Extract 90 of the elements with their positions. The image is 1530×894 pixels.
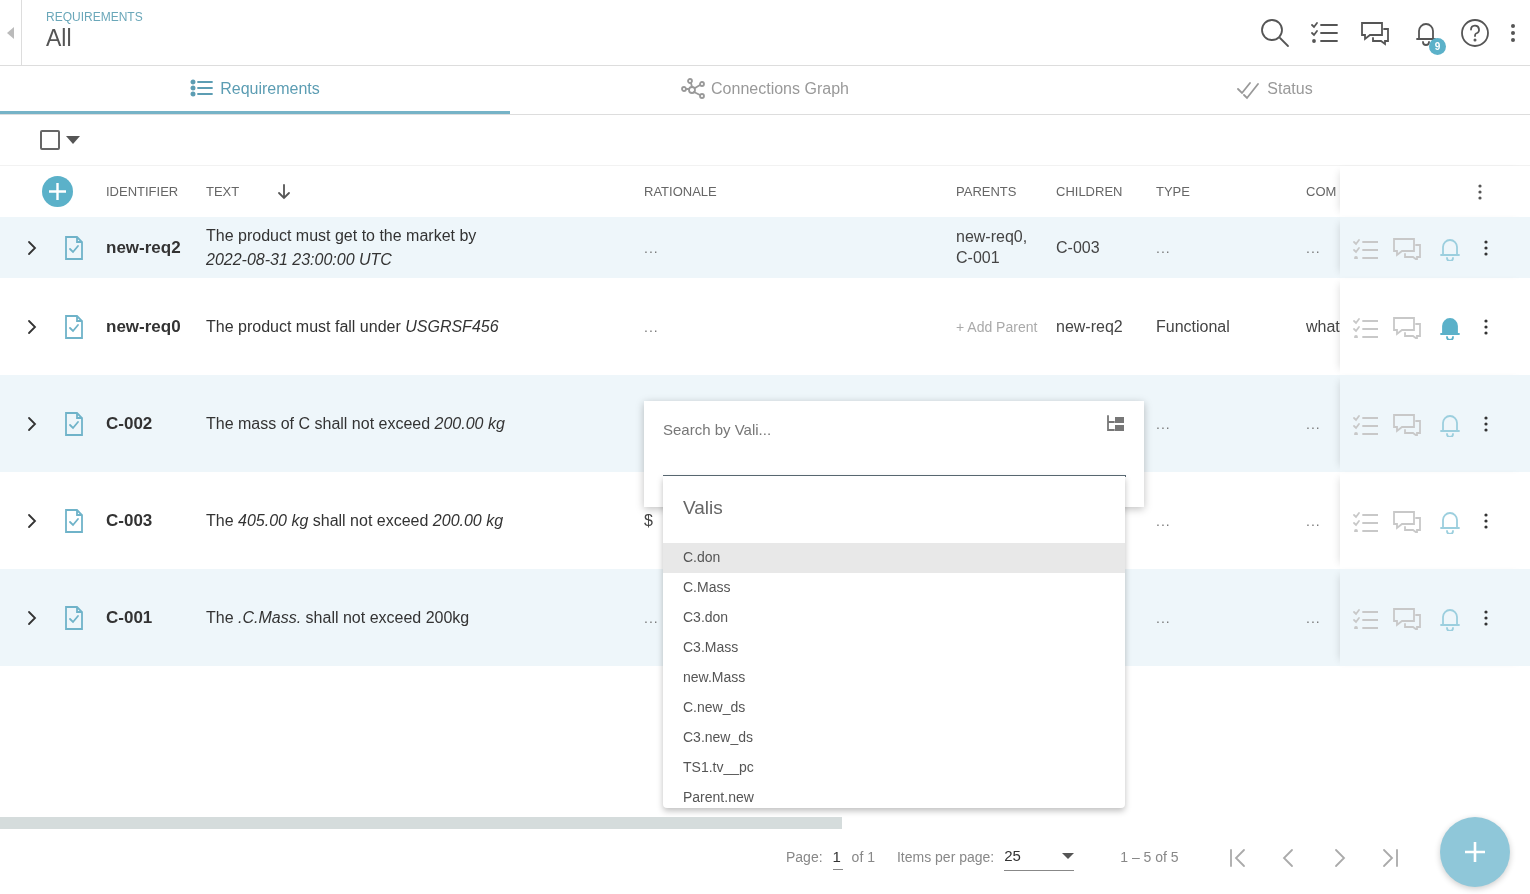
expand-chevron-icon[interactable] [27,609,37,626]
more-icon[interactable] [1510,22,1516,43]
tree-icon[interactable] [1106,415,1126,433]
checklist-icon[interactable] [1352,509,1378,532]
column-menu-icon[interactable] [1478,183,1482,200]
dropdown-option[interactable]: C3.Mass [663,632,1125,663]
comments-icon[interactable] [1360,19,1392,46]
requirement-id[interactable]: new-req2 [106,234,196,261]
search-field[interactable]: Search by Vali... [663,415,1126,475]
row-menu-icon[interactable] [1484,239,1488,256]
page-title: All [46,26,73,52]
column-header[interactable]: TYPE [1156,183,1190,199]
document-check-icon [65,314,83,339]
document-check-icon [65,411,83,436]
graph-icon [681,77,706,100]
items-per-page-label: Items per page: [896,848,995,868]
dropdown-option[interactable]: C.Mass [663,572,1125,603]
add-icon[interactable] [41,176,73,207]
page-label: Page: [786,848,823,868]
dropdown-option[interactable]: TS1.tv__pc [663,752,1125,783]
sort-arrow-icon[interactable] [277,183,292,200]
inline-edit-field[interactable]: ... [644,239,659,256]
range-label: 1 – 5 of 5 [1120,848,1179,868]
column-header[interactable]: COM [1306,183,1337,199]
column-header[interactable]: RATIONALE [644,183,717,199]
document-check-icon [65,605,83,630]
requirement-text: The product must get to the market by 2022-08-31 23:00:00 UTC [206,225,478,270]
type-text: Functional [1156,317,1230,335]
column-header[interactable]: TEXT [206,181,240,202]
inline-edit-field[interactable]: ... [1156,239,1171,256]
row-menu-icon[interactable] [1484,609,1488,626]
checklist-icon[interactable] [1352,412,1378,435]
requirement-id[interactable]: C-001 [106,604,196,631]
inline-edit-field[interactable]: ... [1156,609,1171,626]
caret-icon[interactable] [1062,853,1075,860]
help-icon[interactable] [1460,17,1490,48]
inline-edit-field[interactable]: ... [1306,609,1321,626]
requirement-id[interactable]: C-002 [106,410,196,437]
expand-chevron-icon[interactable] [27,239,37,256]
expand-chevron-icon[interactable] [27,318,37,335]
checklist-icon[interactable] [1352,236,1378,259]
inline-edit-field[interactable]: ... [1306,239,1321,256]
checklist-icon[interactable] [1310,19,1340,46]
requirement-text: The mass of C shall not exceed 200.00 kg [206,413,506,434]
horizontal-scrollbar[interactable] [0,817,842,829]
children-text: C-003 [1056,238,1100,256]
search-icon[interactable] [1260,17,1290,48]
row-menu-icon[interactable] [1484,318,1488,335]
row-menu-icon[interactable] [1484,512,1488,529]
dropdown-option[interactable]: C.don [663,542,1125,573]
rationale-text: $ [644,511,653,529]
document-check-icon [65,508,83,533]
column-header[interactable]: IDENTIFIER [106,183,179,199]
inline-edit-field[interactable]: ... [644,318,659,335]
comp-text: what [1306,317,1340,335]
column-header[interactable]: PARENTS [956,183,1017,199]
dropdown-option[interactable]: C.new_ds [663,692,1125,723]
inline-edit-field[interactable]: ... [1306,415,1321,432]
row-menu-icon[interactable] [1484,415,1488,432]
requirement-text: The 405.00 kg shall not exceed 200.00 kg [206,510,505,531]
inline-edit-field[interactable]: ... [1156,512,1171,529]
dropdown-option[interactable]: Parent.new [663,782,1125,808]
children-text: new-req2 [1056,317,1123,335]
items-per-page-select[interactable]: 25 [1004,845,1075,871]
section-label: REQUIREMENTS [46,9,143,26]
plus-icon [1464,841,1486,863]
document-check-icon [65,235,83,260]
dropdown-option[interactable]: new.Mass [663,662,1125,693]
page-field[interactable]: 1 [832,846,843,870]
expand-chevron-icon[interactable] [27,512,37,529]
notification-count: 9 [1429,37,1446,55]
requirement-text: The product must fall under USGRSF456 [206,316,500,337]
add-button[interactable] [1440,817,1510,887]
collapse-icon[interactable] [6,26,15,39]
requirement-text: The .C.Mass. shall not exceed 200kg [206,607,471,628]
checklist-icon[interactable] [1352,315,1378,338]
inline-edit-field[interactable]: ... [644,609,659,626]
inline-edit-field[interactable]: ... [1156,415,1171,432]
checklist-icon[interactable] [1352,606,1378,629]
inline-edit-field[interactable]: ... [1306,512,1321,529]
caret-icon[interactable] [66,136,80,144]
requirement-id[interactable]: C-003 [106,507,196,534]
dropdown-option[interactable]: C3.don [663,602,1125,633]
dropdown-option[interactable]: C3.new_ds [663,722,1125,753]
expand-chevron-icon[interactable] [27,415,37,432]
column-header[interactable]: CHILDREN [1056,183,1123,199]
parents-text: new-req0, C-001 [956,226,1029,268]
page-total: of 1 [851,848,875,868]
select-all-checkbox[interactable] [40,130,60,150]
requirement-id[interactable]: new-req0 [106,313,196,340]
